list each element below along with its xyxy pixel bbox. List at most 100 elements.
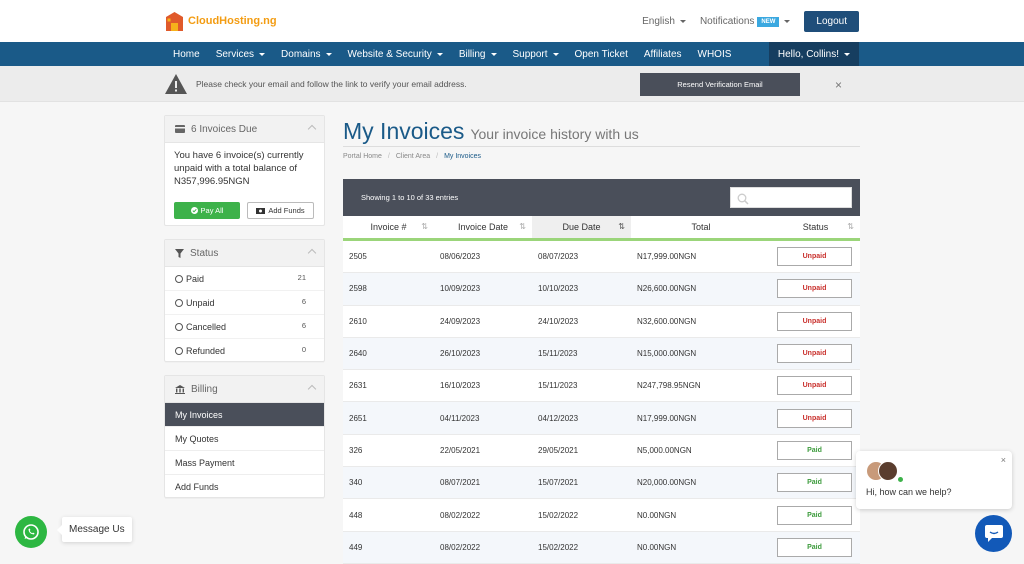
radio-icon[interactable] [175, 322, 183, 331]
page-subtitle: Your invoice history with us [470, 126, 639, 142]
chevron-up-icon[interactable] [307, 384, 317, 394]
cell-total: N17,999.00NGN [637, 413, 697, 423]
table-row[interactable]: 2598 10/09/2023 10/10/2023 N26,600.00NGN Unp… [343, 273, 860, 306]
column-status[interactable]: Status ⇅ [771, 216, 860, 238]
new-badge: NEW [757, 16, 780, 27]
sidebar-item-add-funds[interactable]: Add Funds [165, 475, 324, 499]
nav-item-label: Open Ticket [574, 48, 628, 60]
cell-due-date: 15/11/2023 [538, 349, 578, 359]
status-filter-paid[interactable]: Paid 21 [165, 267, 324, 291]
cell-total: N15,000.00NGN [637, 349, 697, 359]
radio-icon[interactable] [175, 298, 183, 307]
status-badge: Unpaid [777, 311, 852, 331]
chat-greeting-popup[interactable]: Hi, how can we help? × [856, 451, 1012, 509]
panel-header[interactable]: Billing [165, 376, 324, 403]
nav-item-open-ticket[interactable]: Open Ticket [567, 42, 636, 66]
sort-icon: ⇅ [847, 222, 854, 231]
sidebar-item-mass-payment[interactable]: Mass Payment [165, 451, 324, 475]
pay-all-label: Pay All [200, 206, 224, 215]
chevron-up-icon[interactable] [307, 248, 317, 258]
column-due-date[interactable]: Due Date ⇅ [532, 216, 631, 238]
table-row[interactable]: 2651 04/11/2023 04/12/2023 N17,999.00NGN Unp… [343, 402, 860, 435]
verification-alert: Please check your email and follow the l… [0, 66, 1024, 102]
status-filter-panel: Status Paid 21 Unpaid 6 Cancelled 6 Refunded 0 [164, 239, 325, 363]
cell-status: Paid [771, 440, 860, 460]
invoices-due-panel: 6 Invoices Due You have 6 invoice(s) cur… [164, 115, 325, 226]
breadcrumb-separator: / [387, 153, 390, 160]
chevron-down-icon [436, 52, 443, 56]
table-row[interactable]: 2610 24/09/2023 24/10/2023 N32,600.00NGN Unp… [343, 305, 860, 338]
add-funds-button[interactable]: Add Funds [247, 202, 314, 219]
nav-item-website-security[interactable]: Website & Security [340, 42, 451, 66]
radio-icon[interactable] [175, 274, 183, 283]
close-icon[interactable]: × [1001, 455, 1006, 465]
cell-status: Paid [771, 505, 860, 525]
cell-total: N0.00NGN [637, 510, 677, 520]
status-filter-refunded[interactable]: Refunded 0 [165, 339, 324, 363]
warning-icon [164, 73, 188, 95]
status-badge: Paid [777, 537, 852, 557]
sort-icon: ⇅ [519, 222, 526, 231]
close-icon[interactable]: × [835, 78, 842, 92]
whatsapp-button[interactable] [15, 516, 47, 548]
billing-list: My Invoices My Quotes Mass Payment Add Fund… [165, 403, 324, 499]
nav-item-affiliates[interactable]: Affiliates [636, 42, 690, 66]
nav-item-label: WHOIS [697, 48, 732, 60]
nav-item-billing[interactable]: Billing [451, 42, 505, 66]
message-us-label[interactable]: Message Us [57, 517, 132, 542]
nav-item-whois[interactable]: WHOIS [690, 42, 740, 66]
breadcrumb-client-area[interactable]: Client Area [396, 153, 430, 160]
nav-item-services[interactable]: Services [208, 42, 273, 66]
breadcrumb-portal-home[interactable]: Portal Home [343, 153, 382, 160]
column-total[interactable]: Total [631, 216, 771, 238]
language-label: English [642, 16, 675, 27]
nav-item-home[interactable]: Home [165, 42, 208, 66]
status-label: Cancelled [186, 321, 227, 332]
cell-total: N5,000.00NGN [637, 445, 692, 455]
table-row[interactable]: 2505 08/06/2023 08/07/2023 N17,999.00NGN Unp… [343, 241, 860, 274]
table-row[interactable]: 448 08/02/2022 15/02/2022 N0.00NGN Paid [343, 499, 860, 532]
cell-total: N247,798.95NGN [637, 381, 701, 391]
user-menu[interactable]: Hello, Collins! [768, 42, 859, 66]
status-label: Unpaid [186, 297, 215, 308]
cell-status: Unpaid [771, 311, 860, 331]
table-row[interactable]: 326 22/05/2021 29/05/2021 N5,000.00NGN Paid [343, 434, 860, 468]
table-row[interactable]: 449 08/02/2022 15/02/2022 N0.00NGN Paid [343, 531, 860, 564]
nav-item-support[interactable]: Support [505, 42, 567, 66]
table-row[interactable]: 340 08/07/2021 15/07/2021 N20,000.00NGN Paid [343, 467, 860, 500]
logout-button[interactable]: Logout [804, 11, 859, 32]
cell-invoice: 448 [349, 510, 363, 520]
notifications-menu[interactable]: Notifications NEW [700, 16, 791, 27]
language-selector[interactable]: English [642, 16, 686, 27]
sidebar-item-my-invoices[interactable]: My Invoices [165, 403, 324, 427]
status-count: 0 [301, 345, 306, 354]
nav-item-domains[interactable]: Domains [273, 42, 339, 66]
status-label: Paid [186, 273, 205, 284]
cell-due-date: 24/10/2023 [538, 316, 579, 326]
table-search-input[interactable] [730, 187, 852, 208]
status-filter-cancelled[interactable]: Cancelled 6 [165, 315, 324, 339]
table-row[interactable]: 2631 16/10/2023 15/11/2023 N247,798.95NGN Un… [343, 370, 860, 403]
pay-all-button[interactable]: Pay All [174, 202, 240, 219]
column-invoice-number[interactable]: Invoice # ⇅ [343, 216, 434, 238]
brand-logo[interactable]: CloudHosting.ng [165, 10, 277, 32]
radio-icon[interactable] [175, 346, 183, 355]
credit-card-icon [175, 125, 185, 133]
page-title: My Invoices Your invoice history with us [343, 118, 639, 145]
cell-status: Unpaid [771, 408, 860, 428]
status-label: Refunded [186, 345, 226, 356]
breadcrumb-separator: / [436, 153, 439, 160]
panel-header[interactable]: 6 Invoices Due [165, 116, 324, 143]
panel-header[interactable]: Status [165, 240, 324, 267]
sidebar-item-my-quotes[interactable]: My Quotes [165, 427, 324, 451]
chevron-up-icon[interactable] [307, 124, 317, 134]
status-count: 6 [301, 321, 306, 330]
cell-status: Unpaid [771, 376, 860, 396]
chat-launcher-button[interactable] [975, 515, 1012, 552]
column-invoice-date[interactable]: Invoice Date ⇅ [434, 216, 532, 238]
table-row[interactable]: 2640 26/10/2023 15/11/2023 N15,000.00NGN Unp… [343, 337, 860, 371]
status-filter-unpaid[interactable]: Unpaid 6 [165, 291, 324, 315]
cell-invoice: 2651 [349, 413, 367, 423]
search-icon [737, 192, 749, 210]
resend-verification-button[interactable]: Resend Verification Email [640, 73, 800, 96]
